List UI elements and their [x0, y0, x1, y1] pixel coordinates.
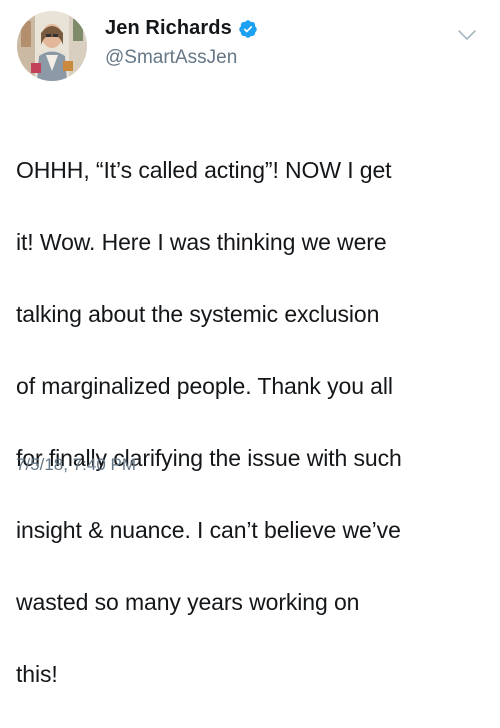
tweet-text-line: it! Wow. Here I was thinking we were	[16, 229, 387, 255]
tweet-text-line: of marginalized people. Thank you all	[16, 373, 393, 399]
author-name-row: Jen Richards	[105, 17, 258, 40]
tweet-timestamp[interactable]: 7/5/18, 7:40 PM	[16, 455, 136, 475]
tweet-card: Jen Richards @SmartAssJen OHHH, “It’s ca…	[0, 0, 500, 687]
tweet-text-line: OHHH, “It’s called acting”! NOW I get	[16, 157, 392, 183]
display-name[interactable]: Jen Richards	[105, 17, 232, 40]
verified-badge-icon	[238, 19, 258, 39]
tweet-text-line: talking about the systemic exclusion	[16, 301, 380, 327]
tweet-text-line: wasted so many years working on	[16, 589, 360, 615]
tweet-text: OHHH, “It’s called acting”! NOW I get it…	[16, 116, 486, 728]
tweet-text-line: this!	[16, 661, 58, 687]
avatar[interactable]	[17, 11, 87, 81]
chevron-down-icon[interactable]	[457, 28, 477, 42]
avatar-image	[17, 11, 87, 81]
author-handle[interactable]: @SmartAssJen	[105, 47, 237, 69]
tweet-text-line: insight & nuance. I can’t believe we’ve	[16, 517, 401, 543]
